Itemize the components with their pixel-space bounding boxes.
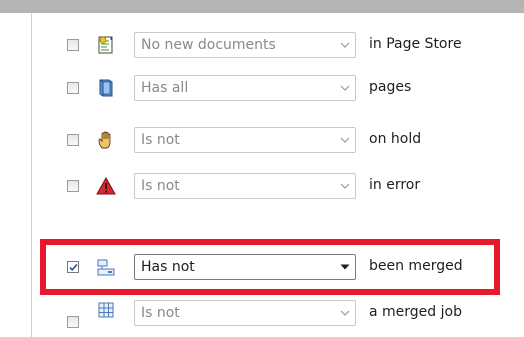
- chevron-down-icon: [335, 301, 355, 325]
- condition-row-merged-job: Is not a merged job: [0, 298, 524, 330]
- chevron-down-icon: [335, 128, 355, 152]
- highlight-box: [40, 239, 500, 295]
- condition-row-on-hold: Is not on hold: [0, 124, 524, 156]
- condition-checkbox[interactable]: [67, 316, 79, 328]
- chevron-down-icon: [335, 76, 355, 100]
- grid-job-icon: [95, 300, 117, 322]
- condition-select[interactable]: Is not: [134, 127, 356, 153]
- condition-checkbox[interactable]: [67, 180, 79, 192]
- condition-checkbox[interactable]: [67, 82, 79, 94]
- document-star-icon: [95, 34, 117, 56]
- top-toolbar-strip: [0, 0, 524, 13]
- chevron-down-icon: [335, 174, 355, 198]
- condition-checkbox[interactable]: [67, 39, 79, 51]
- condition-select[interactable]: No new documents: [134, 32, 356, 58]
- condition-select[interactable]: Has all: [134, 75, 356, 101]
- condition-suffix: in error: [369, 177, 421, 193]
- condition-select[interactable]: Is not: [134, 173, 356, 199]
- condition-suffix: a merged job: [369, 304, 462, 320]
- condition-suffix: in Page Store: [369, 36, 462, 52]
- condition-checkbox[interactable]: [67, 134, 79, 146]
- hand-hold-icon: [95, 129, 117, 151]
- error-triangle-icon: [95, 175, 117, 197]
- chevron-down-icon: [335, 33, 355, 57]
- pages-book-icon: [95, 77, 117, 99]
- condition-row-pages: Has all pages: [0, 72, 524, 104]
- condition-row-page-store: No new documents in Page Store: [0, 29, 524, 61]
- condition-row-in-error: Is not in error: [0, 170, 524, 202]
- condition-suffix: on hold: [369, 131, 422, 147]
- condition-suffix: pages: [369, 79, 412, 95]
- condition-select[interactable]: Is not: [134, 300, 356, 326]
